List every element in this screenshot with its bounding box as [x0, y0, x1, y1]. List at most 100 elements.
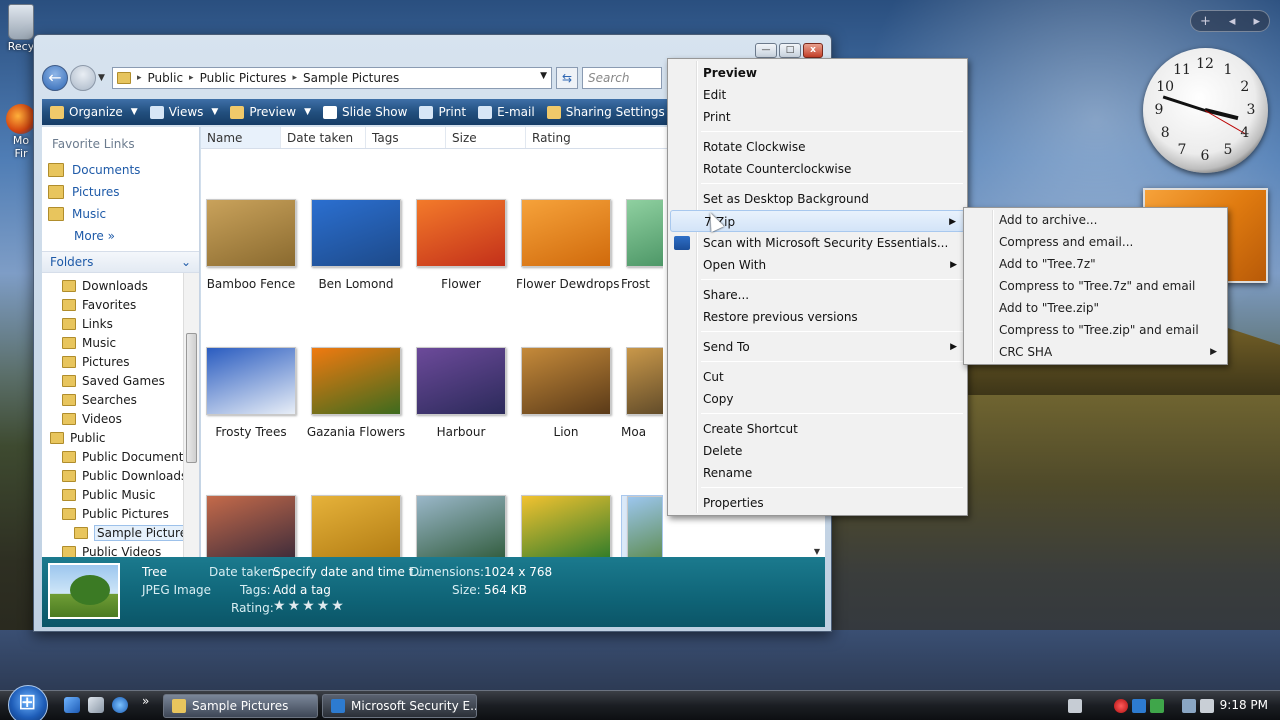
minimize-button[interactable]: —: [755, 43, 777, 58]
search-input[interactable]: Search: [582, 67, 662, 89]
toolbar-e-mail-button[interactable]: E-mail: [478, 105, 535, 119]
folder-tree-item[interactable]: Searches: [42, 390, 199, 409]
menu-item-delete[interactable]: Delete: [670, 440, 965, 462]
maximize-button[interactable]: □: [779, 43, 801, 58]
submenu-item[interactable]: Compress and email...: [966, 231, 1225, 253]
column-header-tags[interactable]: Tags: [366, 127, 446, 148]
submenu-item[interactable]: Add to "Tree.7z": [966, 253, 1225, 275]
menu-item-cut[interactable]: Cut: [670, 366, 965, 388]
folder-tree-item[interactable]: Music: [42, 333, 199, 352]
thumbnail-item[interactable]: Flower Dewdrops: [516, 199, 619, 291]
clock-gadget[interactable]: 12 1 2 3 4 5 6 7 8 9 10 11: [1143, 48, 1268, 173]
submenu-item[interactable]: Compress to "Tree.7z" and email: [966, 275, 1225, 297]
toolbar-views-button[interactable]: Views ▼: [149, 105, 218, 119]
favorite-link-pictures[interactable]: Pictures: [42, 181, 199, 203]
menu-item-rotate-clockwise[interactable]: Rotate Clockwise: [670, 136, 965, 158]
folder-tree-item[interactable]: Public Music: [42, 485, 199, 504]
security-alert-icon[interactable]: [1114, 699, 1128, 713]
add-gadget-icon[interactable]: +: [1200, 14, 1211, 29]
address-bar[interactable]: ▸ Public ▸ Public Pictures ▸ Sample Picture…: [112, 67, 552, 89]
breadcrumb-public-pictures[interactable]: ▸ Public Pictures: [189, 71, 286, 85]
network-status-icon[interactable]: [1150, 699, 1164, 713]
menu-item-copy[interactable]: Copy: [670, 388, 965, 410]
refresh-button[interactable]: ⇆: [556, 67, 578, 89]
rating-star-icon[interactable]: ★: [317, 598, 330, 614]
previous-gadget-icon[interactable]: ◂: [1229, 14, 1236, 29]
column-header-date-taken[interactable]: Date taken: [281, 127, 366, 148]
folder-tree-item[interactable]: Videos: [42, 409, 199, 428]
folder-tree-item[interactable]: Saved Games: [42, 371, 199, 390]
internet-explorer-icon[interactable]: [112, 697, 128, 713]
menu-item-preview[interactable]: Preview: [670, 62, 965, 84]
security-essentials-icon[interactable]: [1132, 699, 1146, 713]
folder-tree-item[interactable]: Public: [42, 428, 199, 447]
rating-stars[interactable]: ★ ★ ★ ★ ★: [273, 598, 346, 614]
toolbar-slide-show-button[interactable]: Slide Show: [322, 105, 407, 119]
recent-pages-dropdown[interactable]: ▼: [98, 73, 108, 83]
folder-tree-item[interactable]: Links: [42, 314, 199, 333]
folder-tree-item[interactable]: Sample Pictures: [42, 523, 199, 542]
column-header-name[interactable]: Name: [201, 127, 281, 148]
toolbar-preview-button[interactable]: Preview ▼: [230, 105, 311, 119]
folder-tree-item[interactable]: Favorites: [42, 295, 199, 314]
column-header-size[interactable]: Size: [446, 127, 526, 148]
folders-header[interactable]: Folders ⌄: [42, 251, 199, 273]
gadget-sidebar-controls[interactable]: + ◂ ▸: [1190, 10, 1270, 32]
thumbnail-item[interactable]: Bamboo Fence: [201, 199, 301, 291]
thumbnail-item[interactable]: Frosty Trees: [201, 347, 301, 439]
rating-star-icon[interactable]: ★: [331, 598, 344, 614]
next-gadget-icon[interactable]: ▸: [1253, 14, 1260, 29]
menu-item-send-to[interactable]: Send To ▶: [670, 336, 965, 358]
menu-item-restore-previous-versions[interactable]: Restore previous versions: [670, 306, 965, 328]
thumbnail-item[interactable]: Harbour: [411, 347, 511, 439]
scrollbar-thumb[interactable]: [186, 333, 197, 463]
switch-windows-icon[interactable]: [88, 697, 104, 713]
menu-item-rotate-counterclockwise[interactable]: Rotate Counterclockwise: [670, 158, 965, 180]
tags-value[interactable]: Add a tag: [273, 583, 331, 597]
more-links-button[interactable]: More »: [42, 225, 199, 247]
breadcrumb-sample-pictures[interactable]: ▸ Sample Pictures: [292, 71, 399, 85]
taskbar-clock[interactable]: 9:18 PM: [1220, 698, 1268, 712]
thumbnail-item[interactable]: Flower: [411, 199, 511, 291]
folder-tree-item[interactable]: Public Documents: [42, 447, 199, 466]
date-taken-value[interactable]: Specify date and time t...: [273, 565, 425, 579]
column-header-rating[interactable]: Rating: [526, 127, 666, 148]
start-button[interactable]: [8, 685, 48, 720]
address-dropdown-icon[interactable]: ▼: [540, 71, 547, 81]
thumbnail-item[interactable]: Ben Lomond: [306, 199, 406, 291]
rating-star-icon[interactable]: ★: [288, 598, 301, 614]
volume-muted-icon[interactable]: [1200, 699, 1214, 713]
folder-tree-item[interactable]: Downloads: [42, 276, 199, 295]
close-button[interactable]: x: [803, 43, 823, 58]
menu-item-print[interactable]: Print: [670, 106, 965, 128]
folder-tree-item[interactable]: Public Pictures: [42, 504, 199, 523]
toolbar-sharing-settings-button[interactable]: Sharing Settings: [546, 105, 665, 119]
thumbnail-item[interactable]: Lion: [516, 347, 616, 439]
submenu-item[interactable]: Compress to "Tree.zip" and email: [966, 319, 1225, 341]
menu-item-set-as-desktop-background[interactable]: Set as Desktop Background: [670, 188, 965, 210]
keyboard-icon[interactable]: [1068, 699, 1082, 713]
submenu-item[interactable]: Add to archive...: [966, 209, 1225, 231]
menu-item-share[interactable]: Share...: [670, 284, 965, 306]
taskbar-button[interactable]: Sample Pictures: [163, 694, 318, 718]
quick-launch-chevron-icon[interactable]: »: [142, 694, 149, 708]
favorite-link-documents[interactable]: Documents: [42, 159, 199, 181]
thumbnail-item[interactable]: Frost: [621, 199, 663, 291]
submenu-item[interactable]: CRC SHA ▶: [966, 341, 1225, 363]
forward-button[interactable]: [70, 65, 96, 91]
back-button[interactable]: ←: [42, 65, 68, 91]
show-desktop-icon[interactable]: [64, 697, 80, 713]
thumbnail-item[interactable]: Gazania Flowers: [306, 347, 406, 439]
folder-tree-item[interactable]: Public Downloads: [42, 466, 199, 485]
folder-tree-scrollbar[interactable]: [183, 273, 199, 561]
menu-item-scan-with-microsoft-security-essentials[interactable]: Scan with Microsoft Security Essentials.…: [670, 232, 965, 254]
taskbar-button[interactable]: Microsoft Security E...: [322, 694, 477, 718]
menu-item-properties[interactable]: Properties: [670, 492, 965, 514]
menu-item-open-with[interactable]: Open With ▶: [670, 254, 965, 276]
menu-item-rename[interactable]: Rename: [670, 462, 965, 484]
menu-item-edit[interactable]: Edit: [670, 84, 965, 106]
thumbnail-item[interactable]: Moa: [621, 347, 663, 439]
breadcrumb-public[interactable]: ▸ Public: [137, 71, 183, 85]
favorite-link-music[interactable]: Music: [42, 203, 199, 225]
toolbar-organize-button[interactable]: Organize ▼: [50, 105, 138, 119]
